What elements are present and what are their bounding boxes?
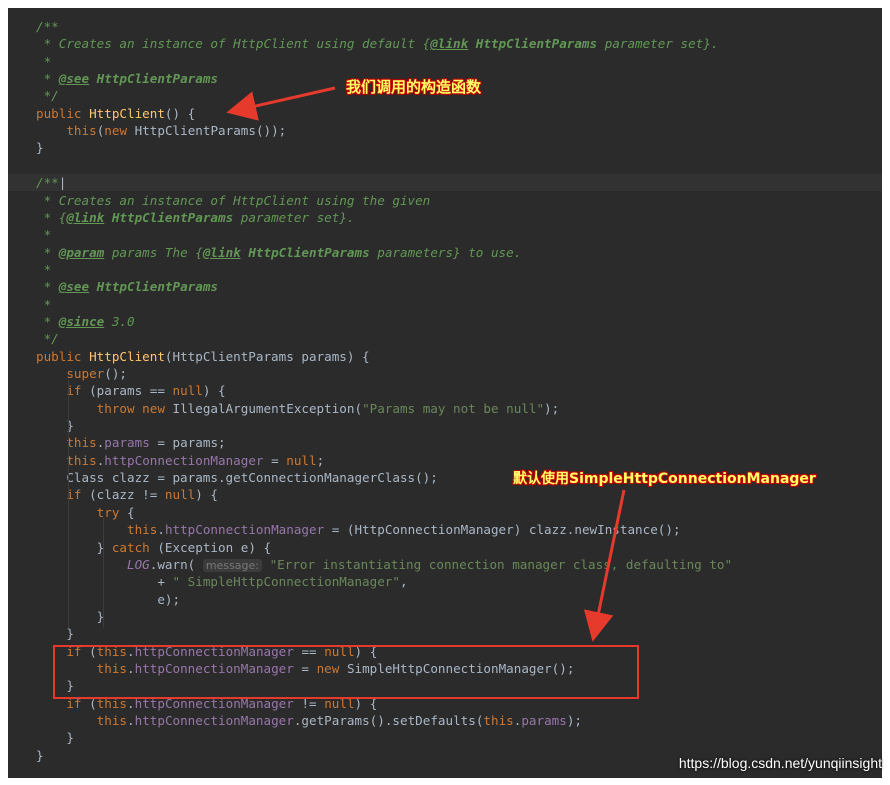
default-manager-annotation: 默认使用SimpleHttpConnectionManager <box>513 471 816 487</box>
constructor-annotation: 我们调用的构造函数 <box>346 78 482 96</box>
default-arrow <box>583 489 626 642</box>
watermark: https://blog.csdn.net/yunqiinsight <box>678 755 882 771</box>
constructor-arrow <box>226 86 336 121</box>
annotation-arrows <box>226 86 626 642</box>
